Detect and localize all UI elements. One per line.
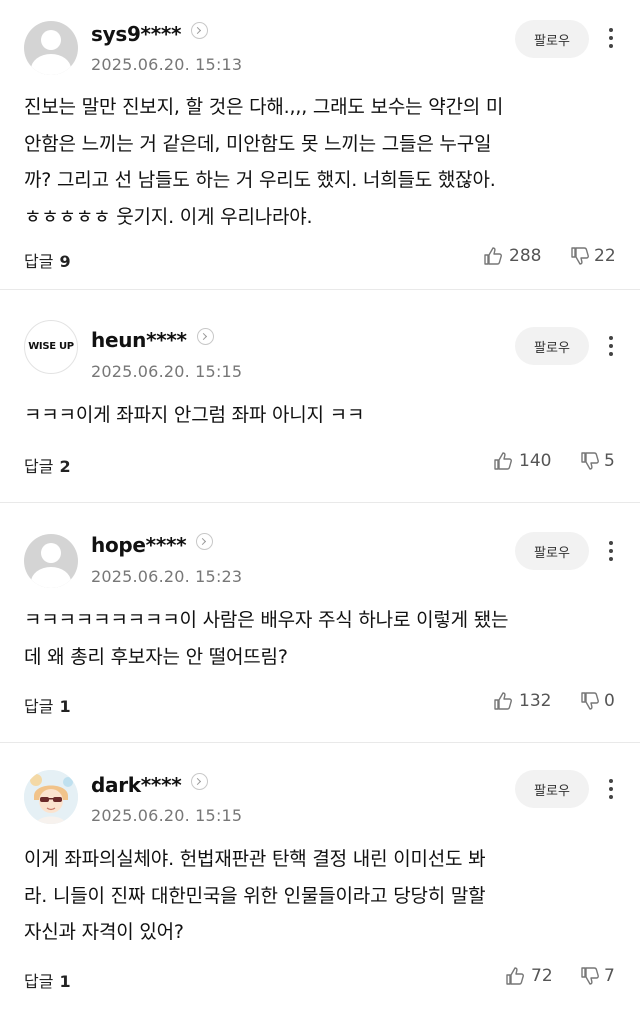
reply-button[interactable]: 답글 1 xyxy=(24,968,71,992)
reply-button[interactable]: 답글 1 xyxy=(24,693,71,717)
comment-text: 진보는 말만 진보지, 할 것은 다해.,,, 그래도 보수는 약간의 미 안함… xyxy=(24,96,504,228)
thumbs-down-icon xyxy=(581,452,599,470)
chevron-right-icon[interactable] xyxy=(196,533,214,550)
comment-date: 2025.06.20. 15:23 xyxy=(91,567,243,586)
comment-date: 2025.06.20. 15:15 xyxy=(91,362,243,381)
like-count: 72 xyxy=(531,966,553,986)
avatar[interactable] xyxy=(24,770,78,824)
reply-button[interactable]: 답글 9 xyxy=(24,248,71,272)
thumbs-up-icon xyxy=(484,247,502,265)
chevron-right-icon[interactable] xyxy=(191,22,209,39)
follow-button[interactable]: 팔로우 xyxy=(515,532,589,570)
chevron-right-icon[interactable] xyxy=(191,773,209,790)
more-options-icon[interactable] xyxy=(601,775,621,803)
comment-text: 이게 좌파의실체야. 헌법재판관 탄핵 결정 내린 이미선도 봐 라. 니들이 … xyxy=(24,848,486,943)
username[interactable]: hope**** xyxy=(91,533,214,557)
more-options-icon[interactable] xyxy=(601,332,621,360)
avatar[interactable] xyxy=(24,534,78,588)
like-count: 288 xyxy=(509,246,542,266)
thumbs-up-icon xyxy=(506,967,524,985)
character-illustration xyxy=(24,770,78,824)
more-options-icon[interactable] xyxy=(601,537,621,565)
dislike-count: 5 xyxy=(604,451,615,471)
like-button[interactable]: 288 xyxy=(483,246,541,266)
comment-item: hope**** 2025.06.20. 15:23 팔로우 ㅋㅋㅋㅋㅋㅋㅋㅋㅋ… xyxy=(0,503,640,743)
reply-button[interactable]: 답글 2 xyxy=(24,453,71,477)
wise-up-logo: WISE UP xyxy=(28,341,74,352)
username[interactable]: sys9**** xyxy=(91,22,209,46)
like-button[interactable]: 140 xyxy=(493,451,551,471)
follow-button[interactable]: 팔로우 xyxy=(515,327,589,365)
like-count: 132 xyxy=(519,691,552,711)
more-options-icon[interactable] xyxy=(601,24,621,52)
username[interactable]: dark**** xyxy=(91,773,209,797)
comment-text: ㅋㅋㅋ이게 좌파지 안그럼 좌파 아니지 ㅋㅋ xyxy=(24,404,365,426)
comment-date: 2025.06.20. 15:15 xyxy=(91,806,243,825)
follow-button[interactable]: 팔로우 xyxy=(515,20,589,58)
dislike-count: 22 xyxy=(594,246,616,266)
comment-date: 2025.06.20. 15:13 xyxy=(91,55,243,74)
thumbs-down-icon xyxy=(571,247,589,265)
thumbs-up-icon xyxy=(494,692,512,710)
like-button[interactable]: 132 xyxy=(493,691,551,711)
like-button[interactable]: 72 xyxy=(505,966,553,986)
dislike-button[interactable]: 0 xyxy=(580,691,615,711)
dislike-button[interactable]: 22 xyxy=(570,246,616,266)
comment-text: ㅋㅋㅋㅋㅋㅋㅋㅋㅋ이 사람은 배우자 주식 하나로 이렇게 됐는 데 왜 총리 … xyxy=(24,609,509,668)
dislike-button[interactable]: 7 xyxy=(580,966,615,986)
avatar[interactable]: WISE UP xyxy=(24,320,78,374)
chevron-right-icon[interactable] xyxy=(196,328,214,345)
comment-item: sys9**** 2025.06.20. 15:13 팔로우 진보는 말만 진보… xyxy=(0,0,640,290)
comment-item: dark**** 2025.06.20. 15:15 팔로우 이게 좌파의실체야… xyxy=(0,743,640,1018)
follow-button[interactable]: 팔로우 xyxy=(515,770,589,808)
like-count: 140 xyxy=(519,451,552,471)
avatar[interactable] xyxy=(24,21,78,75)
thumbs-down-icon xyxy=(581,967,599,985)
comment-item: WISE UP heun**** 2025.06.20. 15:15 팔로우 ㅋ… xyxy=(0,290,640,503)
dislike-count: 0 xyxy=(604,691,615,711)
username[interactable]: heun**** xyxy=(91,328,214,352)
thumbs-down-icon xyxy=(581,692,599,710)
thumbs-up-icon xyxy=(494,452,512,470)
dislike-button[interactable]: 5 xyxy=(580,451,615,471)
dislike-count: 7 xyxy=(604,966,615,986)
